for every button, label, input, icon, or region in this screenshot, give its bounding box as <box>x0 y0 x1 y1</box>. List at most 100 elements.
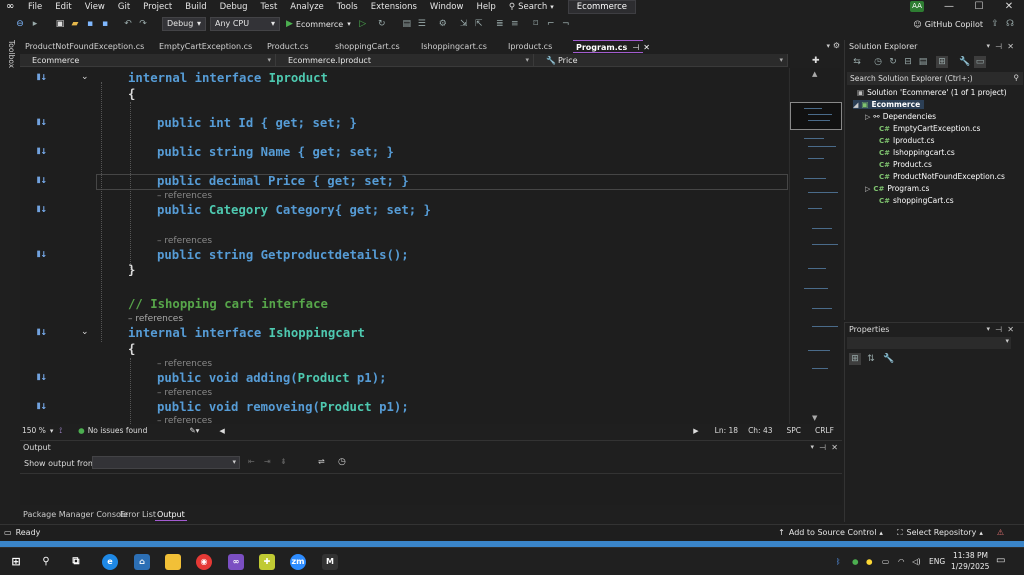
output-pin-icon[interactable]: ⊣ <box>819 443 826 452</box>
menu-tools[interactable]: Tools <box>337 2 358 12</box>
se-filter-icon[interactable]: ⊞ <box>936 56 948 68</box>
menu-debug[interactable]: Debug <box>220 2 248 12</box>
tree-file[interactable]: C# Iproduct.cs <box>879 136 935 145</box>
scroll-right-icon[interactable]: ▶ <box>693 427 698 435</box>
tree-file[interactable]: C# shoppingCart.cs <box>879 196 954 205</box>
menu-build[interactable]: Build <box>185 2 206 12</box>
se-search-input[interactable]: Search Solution Explorer (Ctrl+;) ⚲ <box>847 72 1023 85</box>
se-properties-icon[interactable]: 🔧 <box>959 56 971 68</box>
categorized-icon[interactable]: ⊞ <box>849 353 861 365</box>
property-pages-icon[interactable]: 🔧 <box>883 353 895 365</box>
toolbar-step-icon[interactable]: ⇲ <box>458 18 470 30</box>
split-add-icon[interactable]: ✚ <box>812 56 820 66</box>
scroll-left-icon[interactable]: ◀ <box>219 427 224 435</box>
codelens-references[interactable]: – references <box>157 388 212 398</box>
implementation-glyph-icon[interactable]: ⫴↓ <box>37 373 47 383</box>
open-folder-icon[interactable]: ▰ <box>69 18 81 30</box>
type-dropdown[interactable]: Ecommerce.Iproduct ▾ <box>276 54 534 67</box>
menu-edit[interactable]: Edit <box>55 2 71 12</box>
tab-close-icon[interactable]: ✕ <box>643 43 650 52</box>
tab-product[interactable]: Product.cs <box>264 40 311 53</box>
output-source-dropdown[interactable]: ▾ <box>92 456 240 469</box>
save-icon[interactable]: ▪ <box>84 18 96 30</box>
puzzle-app-icon[interactable]: ✚ <box>259 554 275 570</box>
menu-git[interactable]: Git <box>118 2 130 12</box>
tab-ishoppingcart[interactable]: Ishoppingcart.cs <box>418 40 490 53</box>
implementation-glyph-icon[interactable]: ⫴↓ <box>37 176 47 186</box>
implementation-glyph-icon[interactable]: ⫴↓ <box>37 250 47 260</box>
implementation-glyph-icon[interactable]: ⫴↓ <box>37 328 47 338</box>
cleanup-icon[interactable]: ✎▾ <box>189 426 199 435</box>
menu-view[interactable]: View <box>85 2 105 12</box>
tab-iproduct[interactable]: Iproduct.cs <box>505 40 555 53</box>
visual-studio-icon[interactable]: ∞ <box>228 554 244 570</box>
toolbar-misc-icon[interactable]: ▤ <box>401 18 413 30</box>
output-text-area[interactable] <box>20 473 842 505</box>
codelens-references[interactable]: – references <box>157 191 212 201</box>
close-button[interactable]: ✕ <box>994 1 1024 12</box>
menu-window[interactable]: Window <box>430 2 464 12</box>
scroll-up-icon[interactable]: ▲ <box>812 70 817 78</box>
fold-chevron-icon[interactable]: ⌄ <box>81 72 89 82</box>
hot-reload-icon[interactable]: ↻ <box>376 18 388 30</box>
notification-center-icon[interactable]: ▭ <box>996 555 1005 566</box>
minimap-viewport[interactable] <box>790 102 842 130</box>
tab-error-list[interactable]: Error List <box>118 509 158 521</box>
se-collapse-icon[interactable]: ⊟ <box>902 56 914 68</box>
se-history-icon[interactable]: ◷ <box>872 56 884 68</box>
tray-app2-icon[interactable]: ● <box>866 557 873 566</box>
output-find-icon[interactable]: ⇤ <box>248 457 255 466</box>
configuration-dropdown[interactable]: Debug ▾ <box>162 17 206 31</box>
fold-chevron-icon[interactable]: ⌄ <box>81 327 89 337</box>
tab-package-manager-console[interactable]: Package Manager Console <box>21 509 130 521</box>
feedback-icon[interactable]: ☊ <box>1004 18 1016 30</box>
tree-file[interactable]: C# Product.cs <box>879 160 932 169</box>
tab-settings-icon[interactable]: ⚙ <box>833 41 840 50</box>
chrome-icon[interactable]: ◉ <box>196 554 212 570</box>
maximize-button[interactable]: ☐ <box>964 1 994 12</box>
toolbox-tab[interactable]: Toolbox <box>2 40 16 80</box>
line-indicator[interactable]: Ln: 18 <box>715 426 738 435</box>
github-copilot-button[interactable]: ☺ GitHub Copilot <box>913 20 983 29</box>
bookmark-next-icon[interactable]: ¬ <box>560 18 572 30</box>
codelens-references[interactable]: – references <box>128 314 183 324</box>
alphabetical-icon[interactable]: ⇅ <box>865 353 877 365</box>
volume-icon[interactable]: ◁) <box>912 557 921 566</box>
taskbar-search-icon[interactable]: ⚲ <box>38 554 54 570</box>
se-refresh-icon[interactable]: ↻ <box>887 56 899 68</box>
notifications-icon[interactable]: ⚠ <box>997 528 1004 537</box>
tray-app-icon[interactable]: ● <box>852 557 859 566</box>
tree-file[interactable]: C# ProductNotFoundException.cs <box>879 172 1005 181</box>
nav-back-icon[interactable]: ⊖ <box>14 18 26 30</box>
project-dropdown[interactable]: Ecommerce ▾ <box>20 54 276 67</box>
pin-icon[interactable]: ⊣ <box>632 43 639 52</box>
tab-emptycartexception[interactable]: EmptyCartException.cs <box>156 40 255 53</box>
tree-solution[interactable]: ▣ Solution 'Ecommerce' (1 of 1 project) <box>857 88 1007 97</box>
bookmark-icon[interactable]: ⌑ <box>530 18 542 30</box>
zoom-app-icon[interactable]: zm <box>290 554 306 570</box>
add-to-source-control-button[interactable]: ↑ Add to Source Control ▴ <box>778 528 883 537</box>
output-menu-icon[interactable]: ▾ <box>810 443 814 451</box>
props-pin-icon[interactable]: ⊣ <box>995 325 1002 334</box>
nav-forward-icon[interactable]: ▸ <box>29 18 41 30</box>
menu-extensions[interactable]: Extensions <box>371 2 417 12</box>
output-close-icon[interactable]: ✕ <box>831 443 838 452</box>
minimap-scrollbar[interactable]: ✚ ▲ ▼ <box>789 56 842 424</box>
se-pin-icon[interactable]: ⊣ <box>995 42 1002 51</box>
line-ending-indicator[interactable]: CRLF <box>815 426 834 435</box>
props-menu-icon[interactable]: ▾ <box>986 325 990 333</box>
se-menu-icon[interactable]: ▾ <box>986 42 990 50</box>
account-avatar[interactable]: AA <box>910 1 924 12</box>
platform-dropdown[interactable]: Any CPU ▾ <box>210 17 280 31</box>
store-icon[interactable]: ⌂ <box>134 554 150 570</box>
language-indicator[interactable]: ENG <box>929 557 945 566</box>
column-indicator[interactable]: Ch: 43 <box>748 426 772 435</box>
tab-program[interactable]: Program.cs ⊣ ✕ <box>573 40 650 53</box>
undo-icon[interactable]: ↶ <box>122 18 134 30</box>
implementation-glyph-icon[interactable]: ⫴↓ <box>37 147 47 157</box>
menu-analyze[interactable]: Analyze <box>290 2 324 12</box>
tab-shoppingcart[interactable]: shoppingCart.cs <box>332 40 403 53</box>
se-preview-icon[interactable]: ▭ <box>974 56 986 68</box>
implementation-glyph-icon[interactable]: ⫴↓ <box>37 205 47 215</box>
uncomment-icon[interactable]: ≡ <box>509 18 521 30</box>
